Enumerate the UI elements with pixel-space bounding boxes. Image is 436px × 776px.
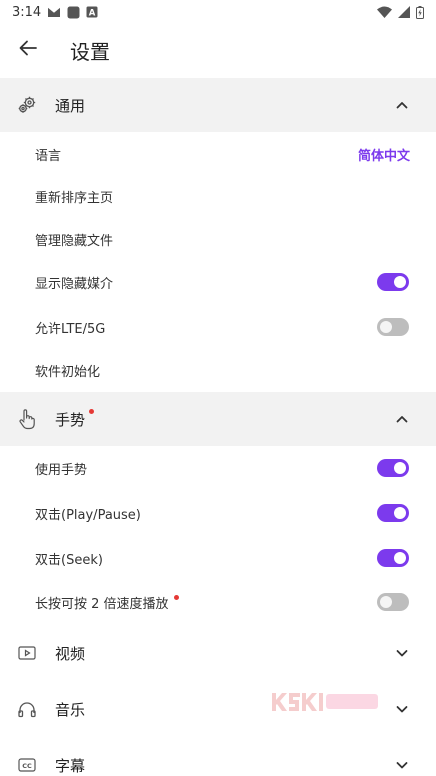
svg-text:CC: CC [22,762,32,770]
section-title-general: 通用 [55,96,86,115]
app-icon [67,6,80,19]
gears-icon [15,93,39,117]
section-header-gestures[interactable]: 手势 [0,392,436,446]
signal-icon [398,6,410,18]
status-bar-right [377,5,424,19]
double-tap-play-toggle[interactable] [377,504,409,522]
use-gestures-toggle[interactable] [377,459,409,477]
page-title: 设置 [70,39,110,64]
status-bar: 3:14 A [0,0,436,24]
chevron-up-icon [394,97,410,113]
chevron-up-icon [394,411,410,427]
setting-reorder-home[interactable]: 重新排序主页 [0,174,436,218]
setting-label-text: 长按可按 2 倍速度播放 [35,596,169,612]
section-header-music[interactable]: 音乐 [0,682,436,736]
setting-language[interactable]: 语言 简体中文 [0,132,436,176]
setting-long-press-speed[interactable]: 长按可按 2 倍速度播放 [0,580,436,624]
setting-show-hidden-media[interactable]: 显示隐藏媒介 [0,260,436,304]
setting-label: 使用手势 [35,462,88,478]
wifi-icon [377,6,392,18]
new-badge [173,594,179,600]
setting-label: 重新排序主页 [35,190,114,206]
toggle-knob [380,596,392,608]
section-title-gestures: 手势 [55,408,95,430]
setting-label: 双击(Play/Pause) [35,507,141,523]
double-tap-seek-toggle[interactable] [377,549,409,567]
a-icon: A [86,6,98,18]
setting-use-gestures[interactable]: 使用手势 [0,446,436,490]
chevron-down-icon [394,757,410,773]
allow-lte-toggle[interactable] [377,318,409,336]
setting-manage-hidden-files[interactable]: 管理隐藏文件 [0,217,436,261]
setting-label: 语言 [35,148,62,164]
cc-icon: CC [15,753,39,776]
svg-text:A: A [89,8,96,18]
section-header-video[interactable]: 视频 [0,626,436,680]
setting-label: 允许LTE/5G [35,321,106,337]
setting-label: 软件初始化 [35,364,101,380]
setting-double-tap-seek[interactable]: 双击(Seek) [0,536,436,580]
mail-icon [47,6,61,18]
show-hidden-media-toggle[interactable] [377,273,409,291]
toggle-knob [394,552,406,564]
setting-reset-app[interactable]: 软件初始化 [0,348,436,392]
section-header-general[interactable]: 通用 [0,78,436,132]
long-press-speed-toggle[interactable] [377,593,409,611]
status-bar-left: 3:14 A [12,5,98,20]
chevron-down-icon [394,701,410,717]
section-header-subtitles[interactable]: CC 字幕 [0,738,436,776]
section-title-video: 视频 [55,644,86,663]
status-time: 3:14 [12,4,42,20]
arrow-left-icon [18,38,38,62]
section-title-text: 手势 [55,410,86,429]
toggle-knob [394,462,406,474]
section-title-music: 音乐 [55,700,86,719]
battery-icon [416,5,424,19]
hand-pointer-icon [15,407,39,431]
section-title-subtitles: 字幕 [55,756,86,775]
chevron-down-icon [394,645,410,661]
setting-label: 长按可按 2 倍速度播放 [35,593,179,612]
app-bar: 设置 [0,24,436,76]
setting-label: 显示隐藏媒介 [35,276,114,292]
back-button[interactable] [2,24,54,76]
toggle-knob [380,321,392,333]
setting-label: 双击(Seek) [35,552,103,568]
new-badge [89,408,95,414]
toggle-knob [394,276,406,288]
setting-allow-lte[interactable]: 允许LTE/5G [0,305,436,349]
setting-double-tap-play[interactable]: 双击(Play/Pause) [0,491,436,535]
toggle-knob [394,507,406,519]
play-box-icon [15,641,39,665]
language-value: 简体中文 [357,148,410,164]
setting-label: 管理隐藏文件 [35,233,114,249]
headphones-icon [15,697,39,721]
